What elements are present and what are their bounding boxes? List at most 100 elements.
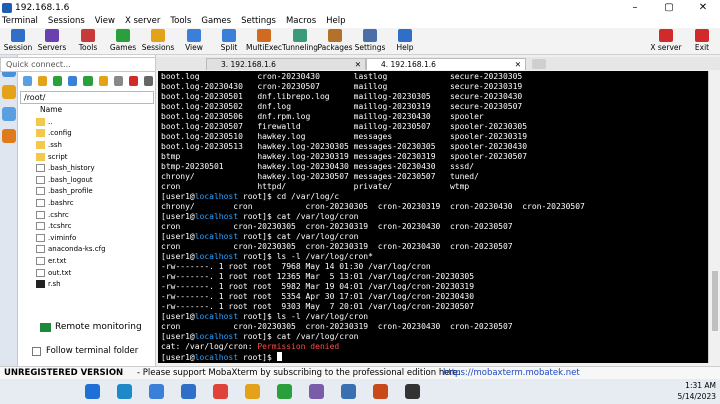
close-button[interactable]: ✕ xyxy=(686,0,720,15)
terminal-icon[interactable] xyxy=(405,384,420,399)
list-item[interactable]: out.txt xyxy=(22,267,154,279)
list-item[interactable]: .bashrc xyxy=(22,197,154,209)
mobaxterm-link[interactable]: https://mobaxterm.mobatek.net xyxy=(443,368,580,378)
download-icon[interactable] xyxy=(68,76,78,86)
line-text: root]$ cat /var/log/cron xyxy=(238,332,359,341)
maximize-button[interactable]: ▢ xyxy=(652,0,686,15)
line-text: root]$ cat /var/log/cron xyxy=(238,232,359,241)
follow-terminal-folder-toggle[interactable]: Follow terminal folder xyxy=(32,346,138,356)
tunneling-icon xyxy=(293,29,307,42)
tools-side-icon[interactable] xyxy=(2,107,16,121)
rename-icon[interactable] xyxy=(143,76,153,86)
list-item[interactable]: .config xyxy=(22,128,154,140)
mail-icon[interactable] xyxy=(181,384,196,399)
path-input[interactable]: /root/ xyxy=(20,91,154,104)
folder-icon xyxy=(36,129,45,138)
servers-button[interactable]: Servers xyxy=(32,28,72,55)
output-line: btmp hawkey.log-20230319 messages-202303… xyxy=(161,152,527,162)
prompt-line: [user1@localhost root]$ cat /var/log/cro… xyxy=(161,212,359,222)
go-up-icon[interactable] xyxy=(23,76,33,86)
list-item[interactable]: r.sh xyxy=(22,278,154,290)
tunneling-button[interactable]: Tunneling xyxy=(280,28,320,55)
menu-sessions[interactable]: Sessions xyxy=(48,15,85,28)
file-icon xyxy=(36,198,45,207)
upload-icon[interactable] xyxy=(53,76,63,86)
close-icon[interactable]: ✕ xyxy=(515,59,521,71)
list-item[interactable]: .viminfo xyxy=(22,232,154,244)
tab-session-4[interactable]: 4. 192.168.1.6 ✕ xyxy=(366,58,526,70)
menu-tools[interactable]: Tools xyxy=(170,15,191,28)
window-title: 192.168.1.6 xyxy=(15,2,70,13)
close-icon[interactable]: ✕ xyxy=(355,59,361,71)
list-item[interactable]: .bash_profile xyxy=(22,186,154,198)
terminal-scrollbar[interactable] xyxy=(708,71,720,363)
scrollbar-thumb[interactable] xyxy=(712,271,718,331)
virtualbox-icon[interactable] xyxy=(341,384,356,399)
split-button[interactable]: Split xyxy=(209,28,249,55)
menu-help[interactable]: Help xyxy=(326,15,345,28)
menu-terminal[interactable]: Terminal xyxy=(2,15,38,28)
list-item[interactable]: .bash_history xyxy=(22,162,154,174)
list-item[interactable]: .. xyxy=(22,116,154,128)
delete-icon[interactable] xyxy=(128,76,138,86)
prompt-user: [user1@ xyxy=(161,252,195,261)
refresh-icon[interactable] xyxy=(83,76,93,86)
multiexec-button[interactable]: MultiExec xyxy=(244,28,284,55)
mobaxterm-icon[interactable] xyxy=(373,384,388,399)
line-text: boot.log-20230502 dnf.log maillog-202303… xyxy=(161,102,523,111)
system-clock[interactable]: 1:31 AM 5/14/2023 xyxy=(678,380,716,402)
microsoft-store-icon[interactable] xyxy=(149,384,164,399)
vivaldi-icon[interactable] xyxy=(213,384,228,399)
list-item[interactable]: script xyxy=(22,151,154,163)
menu-x-server[interactable]: X server xyxy=(125,15,160,28)
help-button[interactable]: Help xyxy=(385,28,425,55)
games-button[interactable]: Games xyxy=(103,28,143,55)
menu-macros[interactable]: Macros xyxy=(286,15,316,28)
prompt-host: localhost xyxy=(194,312,239,321)
list-item[interactable]: .bash_logout xyxy=(22,174,154,186)
new-tab-button[interactable] xyxy=(532,59,546,69)
files-icon[interactable] xyxy=(245,384,260,399)
line-text: root]$ xyxy=(238,353,277,362)
sftp-icon[interactable] xyxy=(2,85,16,99)
remote-monitoring-button[interactable]: Remote monitoring xyxy=(40,322,142,332)
new-file-icon[interactable] xyxy=(113,76,123,86)
macros-side-icon[interactable] xyxy=(2,129,16,143)
line-text: cron cron-20230305 cron-20230319 cron-20… xyxy=(161,242,513,251)
session-tab-bar: 3. 192.168.1.6 ✕ 4. 192.168.1.6 ✕ xyxy=(156,57,720,70)
file-icon xyxy=(36,222,45,231)
tools-button[interactable]: Tools xyxy=(68,28,108,55)
folder-icon xyxy=(36,152,45,161)
sftp-toolbar xyxy=(20,74,156,88)
windows-start-icon[interactable] xyxy=(85,384,100,399)
edge-icon[interactable] xyxy=(117,384,132,399)
terminal-output[interactable]: boot.log cron-20230430 lastlog secure-20… xyxy=(158,71,708,363)
folder-icon[interactable] xyxy=(38,76,48,86)
column-name-header[interactable]: Name xyxy=(40,105,62,114)
menu-settings[interactable]: Settings xyxy=(241,15,276,28)
line-text: boot.log-20230513 hawkey.log-20230305 me… xyxy=(161,142,528,151)
minimize-button[interactable]: – xyxy=(618,0,652,15)
list-item[interactable]: .ssh xyxy=(22,139,154,151)
new-folder-icon[interactable] xyxy=(98,76,108,86)
exit-button[interactable]: Exit xyxy=(682,28,720,55)
sessions-button[interactable]: Sessions xyxy=(138,28,178,55)
view-button[interactable]: View xyxy=(174,28,214,55)
quick-connect-input[interactable]: Quick connect... xyxy=(0,57,156,72)
list-item[interactable]: .tcshrc xyxy=(22,220,154,232)
list-item[interactable]: .cshrc xyxy=(22,209,154,221)
list-item[interactable]: er.txt xyxy=(22,255,154,267)
output-line: -rw-------. 1 root root 9303 May 7 20:01… xyxy=(161,302,474,312)
x-server-button[interactable]: X server xyxy=(646,28,686,55)
menu-games[interactable]: Games xyxy=(201,15,231,28)
menu-view[interactable]: View xyxy=(95,15,115,28)
list-item[interactable]: anaconda-ks.cfg xyxy=(22,244,154,256)
app-icon[interactable] xyxy=(309,384,324,399)
packages-button[interactable]: Packages xyxy=(315,28,355,55)
xserver-icon xyxy=(659,29,673,42)
file-list-header: Name xyxy=(20,105,154,115)
settings-button[interactable]: Settings xyxy=(350,28,390,55)
checkbox[interactable] xyxy=(32,346,41,356)
tab-session-3[interactable]: 3. 192.168.1.6 ✕ xyxy=(206,58,366,70)
chrome-icon[interactable] xyxy=(277,384,292,399)
